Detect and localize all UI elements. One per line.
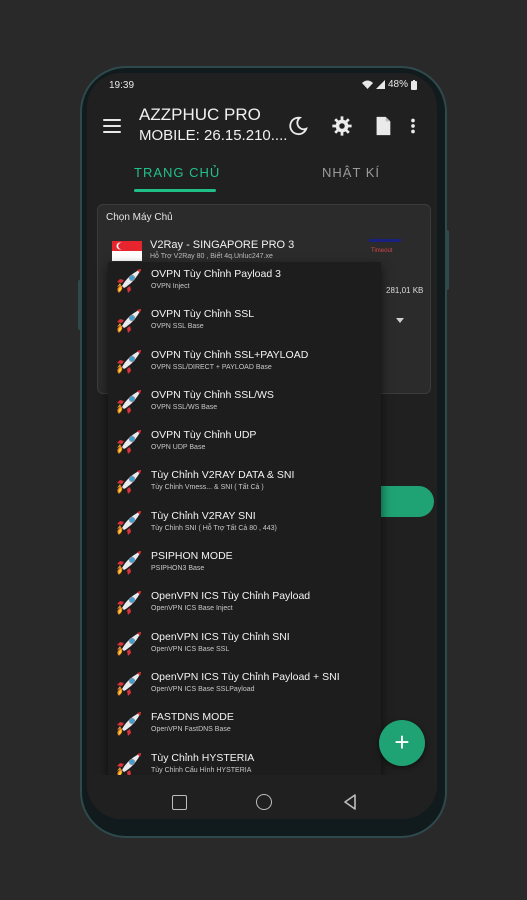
phone-side-button <box>445 230 449 290</box>
server-name: OVPN Tùy Chỉnh SSL+PAYLOAD <box>151 348 309 361</box>
server-description: PSIPHON3 Base <box>151 565 205 573</box>
server-list-item[interactable]: PSIPHON MODE PSIPHON3 Base <box>108 544 381 584</box>
server-description: OVPN SSL/WS Base <box>151 403 218 411</box>
server-name: Tùy Chỉnh V2RAY DATA & SNI <box>151 469 295 482</box>
server-name: Tùy Chỉnh V2RAY SNI <box>151 509 256 522</box>
rocket-icon <box>112 709 144 741</box>
tab-bar: TRANG CHỦ NHẬT KÍ <box>87 157 437 193</box>
server-description: OpenVPN ICS Base Inject <box>151 605 233 613</box>
server-name: OVPN Tùy Chỉnh SSL <box>151 308 255 321</box>
server-name: Tùy Chỉnh HYSTERIA <box>151 751 255 764</box>
tab-indicator <box>134 189 216 192</box>
server-description: OVPN UDP Base <box>151 444 206 452</box>
battery-percent: 48% <box>387 79 408 90</box>
traffic-counter: 281,01 KB <box>386 286 424 295</box>
nav-bar <box>87 775 437 819</box>
server-list-item[interactable]: OpenVPN ICS Tùy Chỉnh Payload OpenVPN ICS… <box>108 584 381 624</box>
status-time: 19:39 <box>109 80 135 91</box>
menu-icon[interactable] <box>103 119 121 133</box>
nav-back-icon[interactable] <box>342 794 358 810</box>
add-button[interactable]: + <box>379 720 425 766</box>
server-list-item[interactable]: OVPN Tùy Chỉnh SSL+PAYLOAD OVPN SSL/DIREC… <box>108 343 381 383</box>
connect-button[interactable] <box>374 486 434 517</box>
rocket-icon <box>112 266 144 298</box>
server-description: OpenVPN ICS Base SSL <box>151 645 230 653</box>
rocket-icon <box>112 588 144 620</box>
singapore-flag-icon <box>112 241 142 261</box>
app-subtitle: MOBILE: 26.15.210.... <box>139 127 288 144</box>
server-description: Tùy Chỉnh Vmess... & SNI ( Tất Cả ) <box>151 484 264 492</box>
server-select-label: Chọn Máy Chủ <box>106 212 173 223</box>
rocket-icon <box>112 467 144 499</box>
server-description: Tùy Chỉnh SNI ( Hỗ Trợ Tất Cả 80 , 443) <box>151 524 277 532</box>
server-name: FASTDNS MODE <box>151 711 234 724</box>
moon-icon[interactable] <box>287 115 309 137</box>
status-indicators: 48% <box>361 79 417 90</box>
nav-recents-icon[interactable] <box>172 795 187 810</box>
rocket-icon <box>112 629 144 661</box>
server-list-item[interactable]: OVPN Tùy Chỉnh SSL OVPN SSL Base <box>108 302 381 342</box>
ping-bar <box>369 239 401 242</box>
rocket-icon <box>112 427 144 459</box>
selected-server-subtitle: Hỗ Trợ V2Ray 80 , Biết 4q.Unluc247.xe <box>150 253 273 260</box>
rocket-icon <box>112 306 144 338</box>
battery-icon <box>411 79 417 90</box>
signal-icon <box>375 80 385 89</box>
selected-server-title: V2Ray - SINGAPORE PRO 3 <box>150 239 295 251</box>
server-name: OVPN Tùy Chỉnh Payload 3 <box>151 268 281 280</box>
gear-icon[interactable] <box>331 115 353 137</box>
server-description: OVPN Inject <box>151 283 190 290</box>
wifi-icon <box>361 80 373 89</box>
app-screen: 19:39 48% AZZPHUC PRO MOBILE: 26.15.210.… <box>87 73 437 819</box>
server-list-item[interactable]: OpenVPN ICS Tùy Chỉnh Payload + SNI OpenV… <box>108 665 381 705</box>
nav-home-icon[interactable] <box>256 794 272 810</box>
server-list-item[interactable]: Tùy Chỉnh V2RAY SNI Tùy Chỉnh SNI ( Hỗ Tr… <box>108 504 381 544</box>
server-description: OpenVPN FastDNS Base <box>151 726 231 734</box>
server-name: PSIPHON MODE <box>151 550 233 563</box>
file-icon[interactable] <box>372 115 394 137</box>
server-dropdown-list: OVPN Tùy Chỉnh Payload 3 OVPN Inject OVPN … <box>108 262 381 782</box>
status-bar: 19:39 48% <box>87 73 437 97</box>
server-name: OpenVPN ICS Tùy Chỉnh Payload + SNI <box>151 670 340 683</box>
server-list-item[interactable]: OVPN Tùy Chỉnh SSL/WS OVPN SSL/WS Base <box>108 383 381 423</box>
server-list-item[interactable]: OpenVPN ICS Tùy Chỉnh SNI OpenVPN ICS Bas… <box>108 625 381 665</box>
server-list-item[interactable]: OVPN Tùy Chỉnh Payload 3 OVPN Inject <box>108 262 381 302</box>
tab-log[interactable]: NHẬT KÍ <box>322 165 380 180</box>
server-name: OVPN Tùy Chỉnh SSL/WS <box>151 388 274 401</box>
server-name: OVPN Tùy Chỉnh UDP <box>151 429 257 442</box>
chevron-down-icon[interactable] <box>396 318 404 323</box>
server-list-item[interactable]: FASTDNS MODE OpenVPN FastDNS Base <box>108 705 381 745</box>
rocket-icon <box>112 669 144 701</box>
server-list-item[interactable]: OVPN Tùy Chỉnh UDP OVPN UDP Base <box>108 423 381 463</box>
rocket-icon <box>112 387 144 419</box>
server-description: OpenVPN ICS Base SSLPayload <box>151 685 255 693</box>
tab-home[interactable]: TRANG CHỦ <box>134 165 220 180</box>
server-description: Tùy Chỉnh Cấu Hình HYSTERIA <box>151 766 252 774</box>
server-name: OpenVPN ICS Tùy Chỉnh SNI <box>151 630 290 643</box>
server-description: OVPN SSL Base <box>151 323 204 331</box>
server-name: OpenVPN ICS Tùy Chỉnh Payload <box>151 590 311 603</box>
ping-status: Timeout <box>371 248 393 254</box>
rocket-icon <box>112 548 144 580</box>
phone-side-button <box>78 280 82 330</box>
more-vert-icon[interactable] <box>407 115 419 137</box>
app-title: AZZPHUC PRO <box>139 105 261 124</box>
rocket-icon <box>112 347 144 379</box>
rocket-icon <box>112 508 144 540</box>
server-description: OVPN SSL/DIRECT + PAYLOAD Base <box>151 363 272 371</box>
server-list-item[interactable]: Tùy Chỉnh V2RAY DATA & SNI Tùy Chỉnh Vmes… <box>108 463 381 503</box>
